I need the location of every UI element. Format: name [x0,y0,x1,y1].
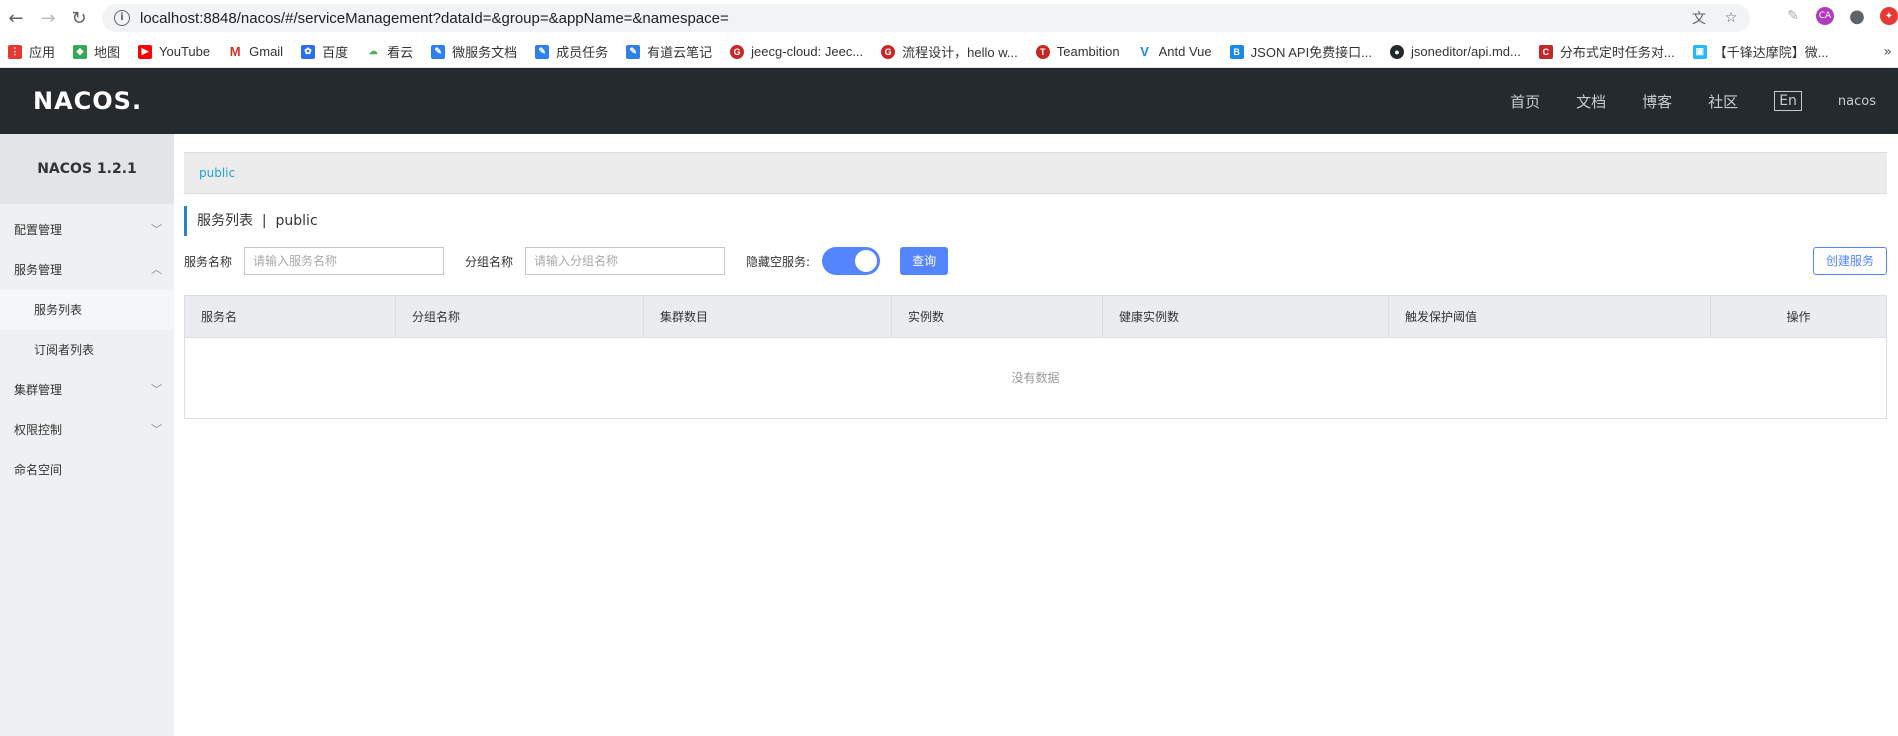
query-button[interactable]: 查询 [900,247,949,275]
apps-grid-icon: ⋮ [8,44,22,59]
doc-icon: ✎ [431,44,446,59]
youtube-icon: ▶ [138,44,153,59]
bookmark-star-icon[interactable]: ☆ [1722,9,1740,27]
toggle-knob [855,250,878,272]
bookmark-member-tasks[interactable]: ✎ 成员任务 [535,42,608,61]
kancloud-icon: ☁ [366,44,381,59]
antd-vue-icon: V [1137,44,1152,59]
main-content: public 服务列表 | public 服务名称 分组名称 隐藏空服务: 查询… [184,152,1887,419]
doc-icon: ✎ [535,44,550,59]
column-healthy-instance-count: 健康实例数 [1103,296,1389,337]
maps-icon: ◆ [73,44,88,59]
namespace-bar: public [184,152,1887,194]
reload-icon[interactable]: ↻ [67,6,91,30]
info-icon[interactable]: i [114,10,130,26]
bilibili-icon: ▣ [1692,44,1707,59]
chevron-up-icon: ︿ [151,263,162,276]
back-arrow-icon[interactable]: ← [4,6,28,30]
sidebar: NACOS 1.2.1 配置管理 ﹀ 服务管理 ︿ 服务列表 订阅者列表 集群管… [0,134,174,736]
create-service-button[interactable]: 创建服务 [1812,247,1887,275]
gmail-icon: M [228,44,243,59]
hide-empty-label: 隐藏空服务: [746,254,811,269]
gitee-icon: G [730,44,745,59]
bookmark-apps[interactable]: ⋮ 应用 [8,42,55,61]
github-icon: ● [1390,44,1405,59]
sidebar-item-service-management[interactable]: 服务管理 ︿ [0,250,174,290]
doc-icon: ✎ [626,44,641,59]
column-cluster-count: 集群数目 [644,296,892,337]
teambition-icon: T [1035,44,1050,59]
column-protect-threshold: 触发保护阈值 [1389,296,1711,337]
extension-red-icon[interactable]: ✦ [1880,7,1898,25]
bookmark-jeecg-cloud[interactable]: Gjeecg-cloud: Jeec... [730,44,863,59]
bookmark-qianfeng[interactable]: ▣ 【千锋达摩院】微... [1692,42,1829,61]
chevron-down-icon: ﹀ [151,423,162,436]
csdn-icon: C [1538,44,1553,59]
user-menu[interactable]: nacos [1838,94,1876,109]
nav-home[interactable]: 首页 [1510,91,1540,112]
bookmark-kancloud[interactable]: ☁ 看云 [366,42,413,61]
baidu-paw-icon: ✿ [301,44,316,59]
filter-bar: 服务名称 分组名称 隐藏空服务: 查询 创建服务 [184,247,1887,275]
translate-icon[interactable]: 文 [1690,9,1708,27]
bookmark-microservice-docs[interactable]: ✎ 微服务文档 [431,42,517,61]
bookmark-gmail[interactable]: M Gmail [228,44,283,59]
forward-arrow-icon[interactable]: → [36,6,60,30]
sidebar-item-config-management[interactable]: 配置管理 ﹀ [0,210,174,250]
group-name-input[interactable] [525,247,726,275]
bookmark-youtube[interactable]: ▶ YouTube [138,44,210,59]
sidebar-item-service-list[interactable]: 服务列表 [0,290,174,330]
extension-ca-icon[interactable]: CA [1816,7,1834,25]
language-toggle[interactable]: En [1774,91,1802,111]
group-name-label: 分组名称 [465,254,514,269]
column-group-name: 分组名称 [396,296,644,337]
bookmark-baidu[interactable]: ✿ 百度 [301,42,348,61]
browser-toolbar: ← → ↻ i localhost:8848/nacos/#/serviceMa… [0,0,1898,36]
top-nav: 首页 文档 博客 社区 En nacos [1510,68,1898,134]
bookmark-youdao-notes[interactable]: ✎ 有道云笔记 [626,42,712,61]
nav-blog[interactable]: 博客 [1642,91,1672,112]
account-icon[interactable]: ● [1848,6,1866,27]
bookmark-json-api[interactable]: B JSON API免费接口... [1229,42,1372,61]
sidebar-item-namespace[interactable]: 命名空间 [0,450,174,490]
nacos-logo[interactable]: NACOS. [33,87,142,115]
sidebar-item-cluster-management[interactable]: 集群管理 ﹀ [0,370,174,410]
address-bar[interactable]: i localhost:8848/nacos/#/serviceManageme… [102,4,1750,32]
bookmark-distributed-tasks[interactable]: C 分布式定时任务对... [1538,42,1675,61]
bookmark-teambition[interactable]: T Teambition [1035,44,1120,59]
app-header: NACOS. 首页 文档 博客 社区 En nacos [0,68,1898,134]
column-service-name: 服务名 [185,296,396,337]
service-name-label: 服务名称 [184,254,233,269]
version-label: NACOS 1.2.1 [0,134,174,204]
url-text[interactable]: localhost:8848/nacos/#/serviceManagement… [140,10,729,27]
hide-empty-toggle[interactable] [822,247,881,275]
services-table: 服务名 分组名称 集群数目 实例数 健康实例数 触发保护阈值 操作 没有数据 [184,295,1887,419]
bookmark-jsoneditor[interactable]: ● jsoneditor/api.md... [1390,44,1521,59]
column-instance-count: 实例数 [892,296,1103,337]
bookmark-flow-design[interactable]: G 流程设计，hello w... [881,42,1018,61]
sidebar-item-subscriber-list[interactable]: 订阅者列表 [0,330,174,370]
json-api-icon: B [1229,44,1244,59]
gitee-icon: G [881,44,896,59]
service-name-input[interactable] [244,247,445,275]
more-bookmarks-icon[interactable]: » [1883,44,1892,60]
nav-docs[interactable]: 文档 [1576,91,1606,112]
page-title: 服务列表 | public [184,206,1887,236]
namespace-link-public[interactable]: public [199,166,235,180]
bookmarks-bar: ⋮ 应用 ◆ 地图 ▶ YouTube M Gmail ✿ 百度 ☁ 看云 ✎ 微服务文档 ✎… [0,36,1898,68]
bookmark-maps[interactable]: ◆ 地图 [73,42,120,61]
table-header: 服务名 分组名称 集群数目 实例数 健康实例数 触发保护阈值 操作 [185,296,1886,338]
column-actions: 操作 [1786,310,1811,324]
nav-community[interactable]: 社区 [1708,91,1738,112]
empty-state: 没有数据 [1011,371,1060,385]
extension-icon[interactable]: ✎ [1784,7,1802,25]
sidebar-item-permission-control[interactable]: 权限控制 ﹀ [0,410,174,450]
chevron-down-icon: ﹀ [151,383,162,396]
bookmark-antd-vue[interactable]: V Antd Vue [1137,44,1212,59]
chevron-down-icon: ﹀ [151,223,162,236]
